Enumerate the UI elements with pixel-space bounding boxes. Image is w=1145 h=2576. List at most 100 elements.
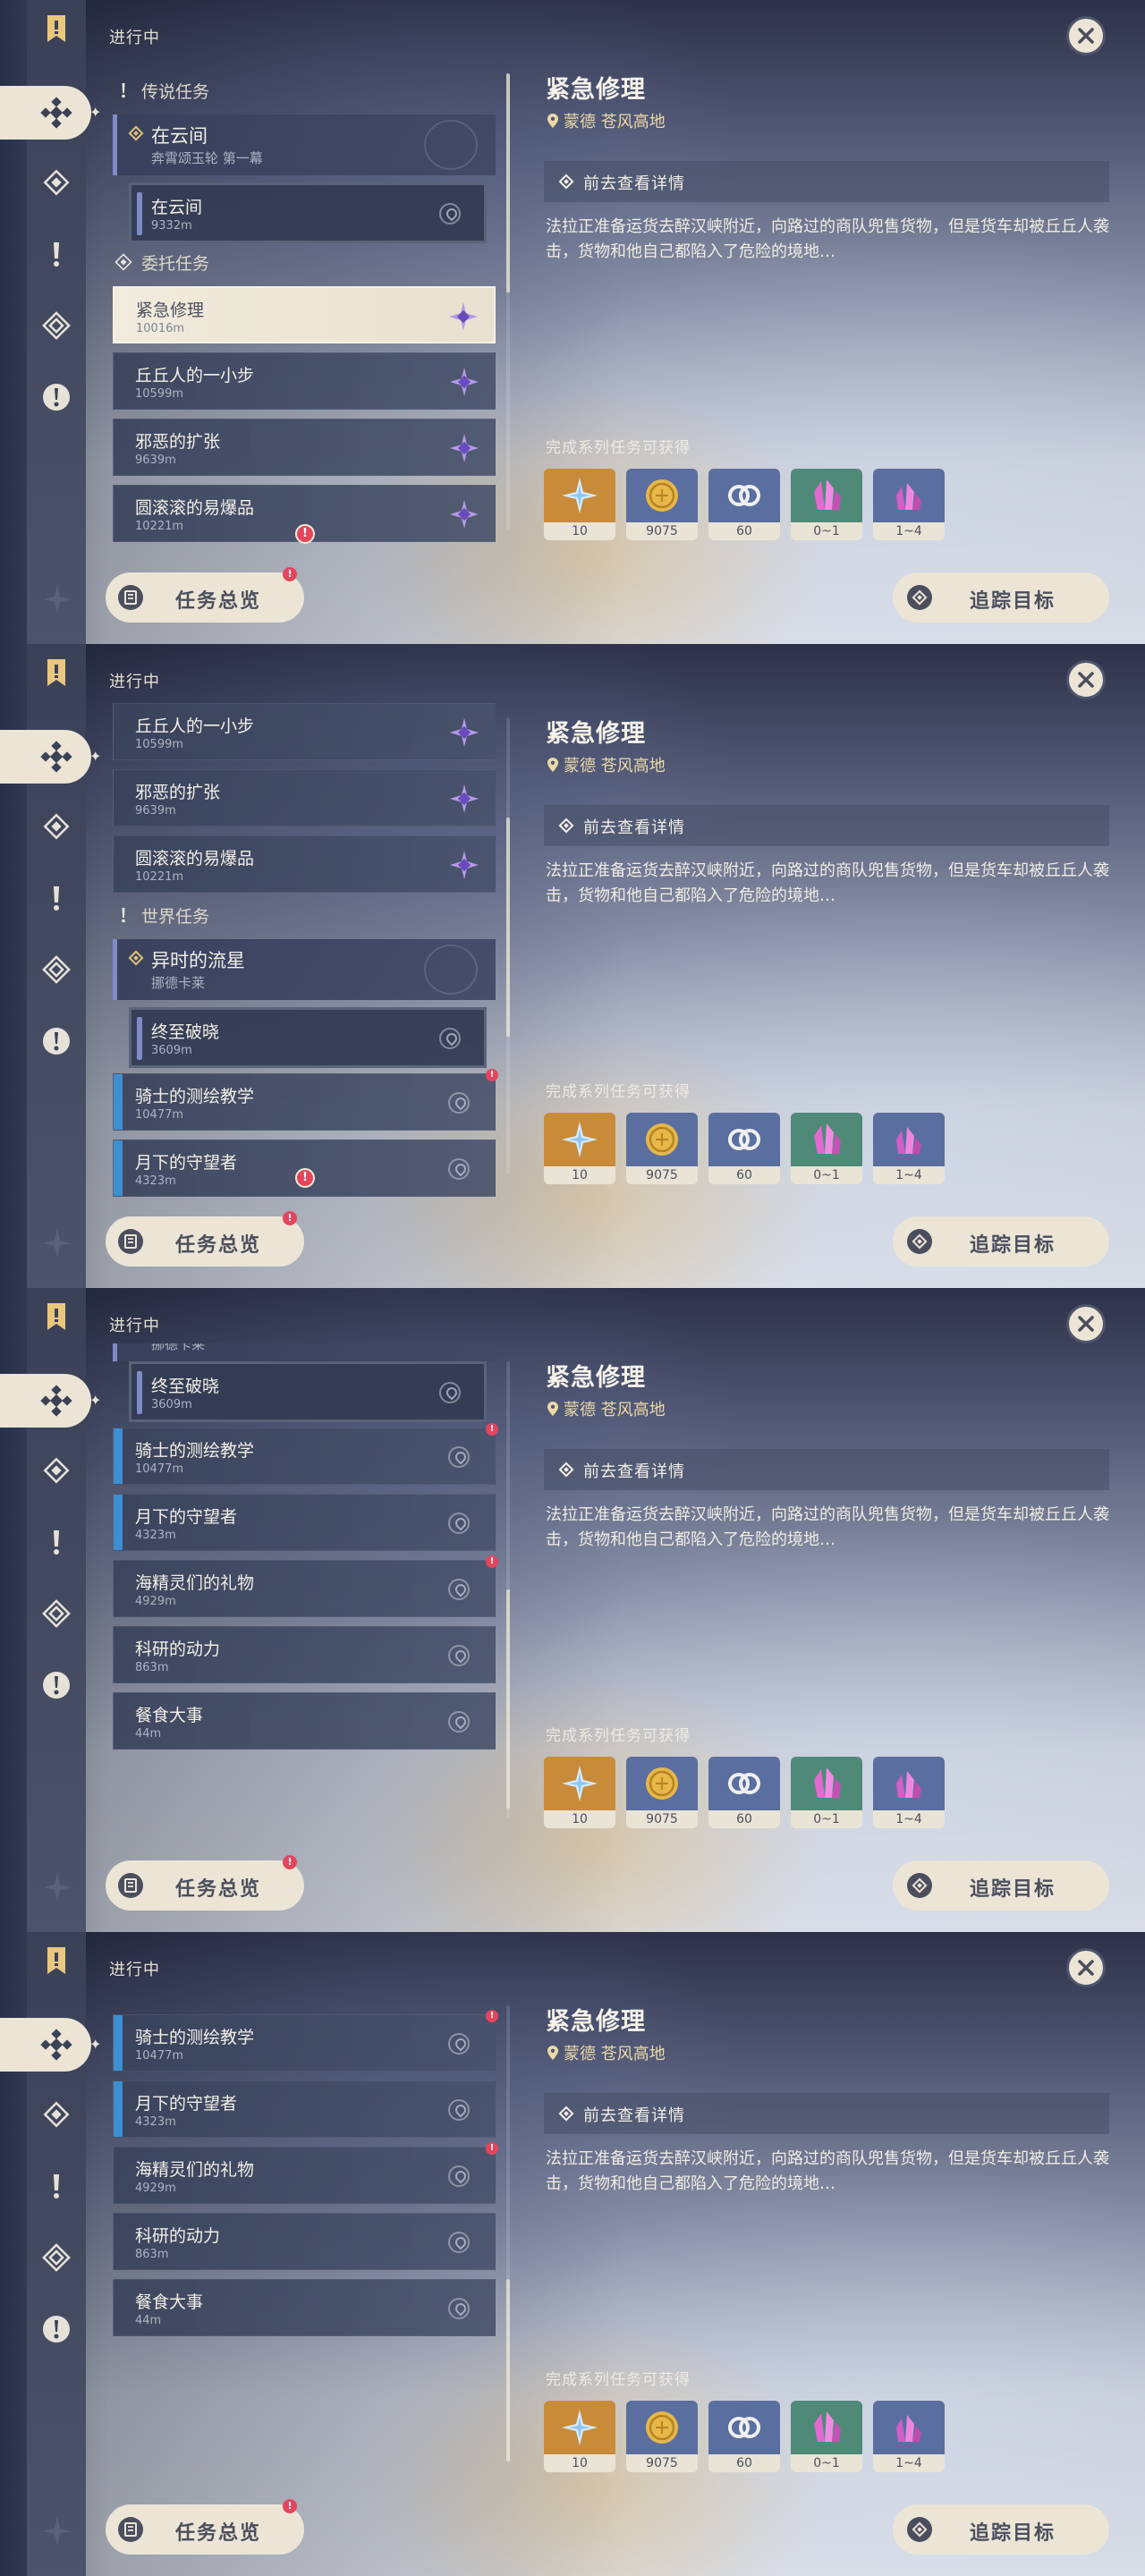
track-objective-button[interactable]: 追踪目标 [893, 2504, 1109, 2555]
archon-quest-icon[interactable] [40, 2098, 72, 2131]
map-pin-icon[interactable] [448, 1092, 470, 1114]
reward-item[interactable]: 60 [708, 2401, 780, 2472]
reward-item[interactable]: 10 [544, 1113, 615, 1184]
close-button[interactable] [1066, 1304, 1106, 1343]
go-to-details-button[interactable]: 前去查看详情 [544, 2093, 1109, 2134]
map-pin-icon[interactable] [448, 1158, 470, 1180]
archon-quest-icon[interactable] [40, 810, 72, 843]
map-pin-icon[interactable] [439, 1028, 461, 1049]
reward-item[interactable]: 0~1 [791, 1113, 862, 1184]
quest-card[interactable]: 紧急修理 10016m [113, 286, 496, 343]
close-button[interactable] [1066, 660, 1106, 699]
reward-item[interactable]: 60 [708, 1113, 780, 1184]
quest-card[interactable]: 骑士的测绘教学 10477m! [113, 1423, 498, 1485]
reward-item[interactable]: 9075 [626, 2401, 698, 2472]
scrollbar-thumb[interactable] [506, 2279, 510, 2462]
story-quest-icon[interactable] [40, 2170, 72, 2202]
quest-card[interactable]: 骑士的测绘教学 10477m! [113, 2010, 498, 2072]
quest-list-scrollbar[interactable] [506, 73, 510, 530]
quest-card[interactable]: 科研的动力 863m [113, 1626, 496, 1683]
quest-list-scrollbar[interactable] [506, 1361, 510, 1818]
quest-overview-button[interactable]: 任务总览 ! [106, 2499, 304, 2555]
quest-card[interactable]: 骑士的测绘教学 10477m! [113, 1069, 498, 1131]
archon-quest-icon[interactable] [40, 1454, 72, 1487]
quest-overview-button[interactable]: 任务总览 ! [106, 1855, 304, 1911]
close-button[interactable] [1066, 16, 1106, 55]
world-quest-icon[interactable] [40, 381, 72, 413]
go-to-details-button[interactable]: 前去查看详情 [544, 161, 1109, 202]
bookmark-icon[interactable] [40, 1945, 72, 1977]
world-quest-icon[interactable] [40, 1025, 72, 1057]
map-pin-icon[interactable] [448, 2232, 470, 2253]
map-pin-icon[interactable] [448, 1645, 470, 1666]
quest-card[interactable]: 月下的守望者 4323m [113, 2080, 496, 2138]
quest-list-scrollbar[interactable] [506, 2005, 510, 2462]
quest-card[interactable]: 餐食大事 44m [113, 2279, 496, 2336]
quest-card[interactable]: 海精灵们的礼物 4929m! [113, 2142, 498, 2204]
all-quests-icon[interactable] [40, 741, 72, 773]
track-objective-button[interactable]: 追踪目标 [893, 1860, 1109, 1911]
sub-quest-card[interactable]: 在云间 9332m [129, 182, 487, 243]
sub-quest-card[interactable]: 终至破晓 3609m [129, 1361, 487, 1422]
all-quests-icon[interactable] [40, 1385, 72, 1417]
track-objective-button[interactable]: 追踪目标 [893, 572, 1109, 623]
reward-item[interactable]: 1~4 [873, 1757, 945, 1828]
reward-item[interactable]: 9075 [626, 1113, 698, 1184]
quest-group-card[interactable]: 异时的流星 挪德卡莱 [113, 939, 496, 1000]
map-pin-icon[interactable] [448, 2298, 470, 2319]
reward-item[interactable]: 0~1 [791, 1757, 862, 1828]
quest-list-scrollbar[interactable] [506, 717, 510, 1174]
reward-item[interactable]: 10 [544, 1757, 615, 1828]
track-objective-button[interactable]: 追踪目标 [893, 1216, 1109, 1267]
quest-card[interactable]: 海精灵们的礼物 4929m! [113, 1555, 498, 1617]
quest-group-card[interactable]: 在云间 奔霄颂玉轮 第一幕 [113, 114, 496, 175]
all-quests-icon[interactable] [40, 2029, 72, 2061]
go-to-details-button[interactable]: 前去查看详情 [544, 1449, 1109, 1490]
bookmark-icon[interactable] [40, 657, 72, 689]
quest-overview-button[interactable]: 任务总览 ! [106, 1211, 304, 1267]
commission-icon[interactable] [40, 309, 72, 342]
map-pin-icon[interactable] [448, 1711, 470, 1733]
map-pin-icon[interactable] [439, 203, 461, 225]
reward-item[interactable]: 60 [708, 469, 780, 540]
quest-card[interactable]: 圆滚滚的易爆品 10221m [113, 835, 496, 893]
commission-icon[interactable] [40, 953, 72, 986]
reward-item[interactable]: 10 [544, 469, 615, 540]
archon-quest-icon[interactable] [40, 166, 72, 199]
quest-group-card[interactable]: 挪德卡莱 [113, 1343, 496, 1361]
quest-card[interactable]: 丘丘人的一小步 10599m [113, 352, 496, 410]
close-button[interactable] [1066, 1948, 1106, 1987]
bookmark-icon[interactable] [40, 1301, 72, 1333]
reward-item[interactable]: 60 [708, 1757, 780, 1828]
quest-card[interactable]: 邪恶的扩张 9639m [113, 419, 496, 476]
quest-card[interactable]: 丘丘人的一小步 10599m [113, 703, 496, 760]
reward-item[interactable]: 1~4 [873, 469, 945, 540]
scrollbar-thumb[interactable] [506, 818, 510, 1037]
map-pin-icon[interactable] [448, 2033, 470, 2055]
story-quest-icon[interactable] [40, 1526, 72, 1558]
map-pin-icon[interactable] [448, 1579, 470, 1600]
go-to-details-button[interactable]: 前去查看详情 [544, 805, 1109, 846]
reward-item[interactable]: 9075 [626, 469, 698, 540]
quest-card[interactable]: 邪恶的扩张 9639m [113, 769, 496, 826]
reward-item[interactable]: 0~1 [791, 2401, 862, 2472]
quest-overview-button[interactable]: 任务总览 ! [106, 567, 304, 623]
map-pin-icon[interactable] [439, 1382, 461, 1403]
quest-list[interactable]: 骑士的测绘教学 10477m! 月下的守望者 4323m 海精灵们的礼物 4929m! 科研… [104, 1987, 503, 2496]
map-pin-icon[interactable] [448, 1446, 470, 1468]
quest-card[interactable]: 月下的守望者 4323m [113, 1494, 496, 1551]
reward-item[interactable]: 10 [544, 2401, 615, 2472]
story-quest-icon[interactable] [40, 238, 72, 270]
commission-icon[interactable] [40, 2241, 72, 2274]
quest-card[interactable]: 科研的动力 863m [113, 2213, 496, 2270]
commission-icon[interactable] [40, 1597, 72, 1630]
scrollbar-thumb[interactable] [506, 1589, 510, 1809]
reward-item[interactable]: 1~4 [873, 2401, 945, 2472]
map-pin-icon[interactable] [448, 2099, 470, 2121]
quest-list[interactable]: 挪德卡莱 终至破晓 3609m 骑士的测绘教学 10477m! 月下的守望者 4323m 海精… [104, 1343, 503, 1852]
map-pin-icon[interactable] [448, 1513, 470, 1534]
quest-card[interactable]: 餐食大事 44m [113, 1692, 496, 1750]
story-quest-icon[interactable] [40, 882, 72, 914]
reward-item[interactable]: 1~4 [873, 1113, 945, 1184]
sub-quest-card[interactable]: 终至破晓 3609m [129, 1007, 487, 1068]
